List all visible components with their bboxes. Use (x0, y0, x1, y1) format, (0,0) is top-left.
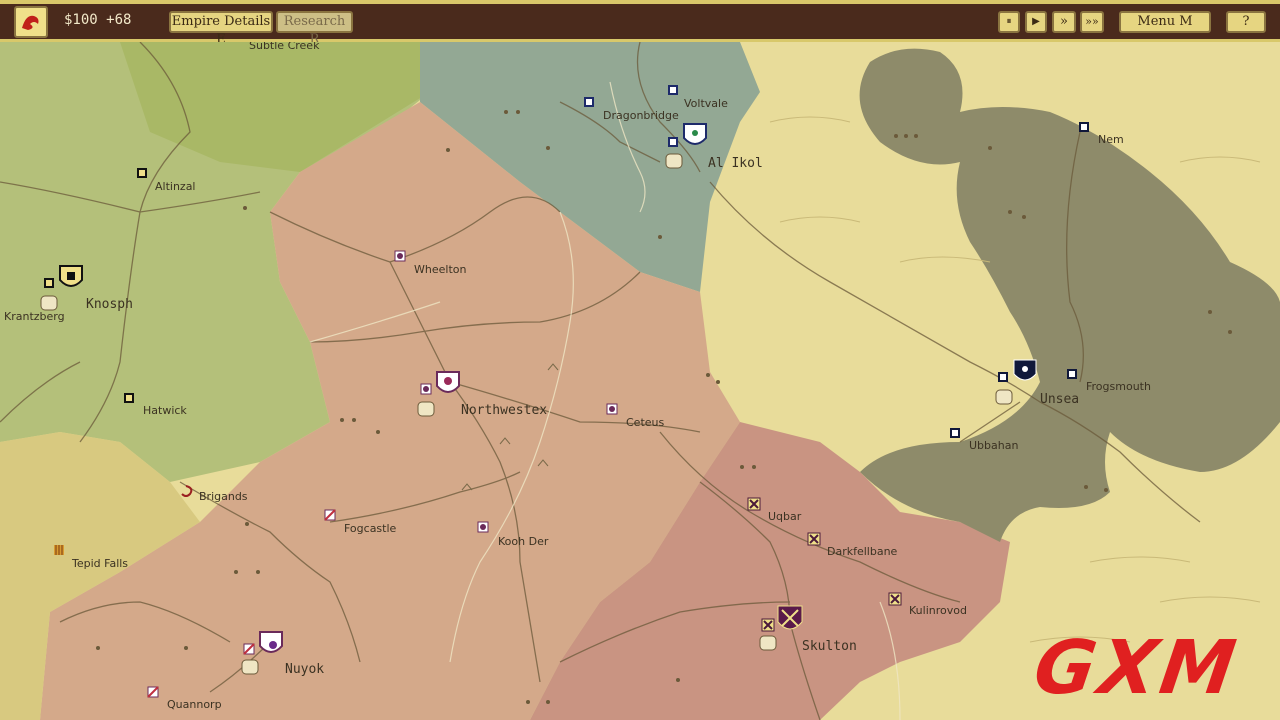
kulinrovod-marker[interactable] (888, 592, 902, 606)
treasury-readout: $100 +68 (64, 12, 132, 28)
nuyok-marker[interactable] (243, 643, 255, 655)
label-skulton[interactable]: Skulton (802, 639, 857, 654)
label-unsea[interactable]: Unsea (1040, 392, 1079, 407)
label-kooh-der[interactable]: Kooh Der (498, 535, 549, 548)
play-button[interactable]: ▶ (1025, 11, 1047, 33)
empire-emblem[interactable] (14, 6, 48, 38)
top-bar: $100 +68 Empire Details E Research R ⏸ ▶… (0, 0, 1280, 47)
world-map[interactable]: Subtle Creek Dragonbridge Voltvale Al Ik… (0, 42, 1280, 720)
label-tepid-falls[interactable]: Tepid Falls (71, 557, 128, 570)
menu-button[interactable]: Menu M (1119, 11, 1211, 33)
label-northwestex[interactable]: Northwestex (461, 403, 547, 418)
label-quannorp[interactable]: Quannorp (167, 698, 222, 711)
dragon-icon (22, 15, 39, 30)
dragonbridge-marker[interactable] (584, 97, 594, 107)
altinzal-marker[interactable] (137, 168, 147, 178)
skulton-town-icon (759, 635, 777, 651)
label-kulinrovod[interactable]: Kulinrovod (909, 604, 967, 617)
label-wheelton[interactable]: Wheelton (414, 263, 466, 276)
wheelton-marker[interactable] (394, 250, 406, 262)
al-ikol-shield-icon[interactable] (683, 123, 707, 145)
frogsmouth-marker[interactable] (1067, 369, 1077, 379)
al-ikol-town-icon (665, 153, 683, 169)
skulton-marker[interactable] (761, 618, 775, 632)
label-subtle-creek[interactable]: Subtle Creek (249, 42, 320, 52)
nuyok-shield-icon[interactable] (259, 631, 283, 653)
nem-marker[interactable] (1079, 122, 1089, 132)
label-ubbahan[interactable]: Ubbahan (969, 439, 1018, 452)
fast-button[interactable]: » (1052, 11, 1076, 33)
northwestex-town-icon (417, 401, 435, 417)
quannorp-marker[interactable] (147, 686, 159, 698)
label-darkfellbane[interactable]: Darkfellbane (827, 545, 898, 558)
label-nuyok[interactable]: Nuyok (285, 662, 324, 677)
ceteus-marker[interactable] (606, 403, 618, 415)
knosph-shield-icon[interactable] (59, 265, 83, 287)
top-stripe (0, 0, 1280, 4)
unsea-marker[interactable] (998, 372, 1008, 382)
northwestex-marker[interactable] (420, 383, 432, 395)
knosph-town-icon (40, 295, 58, 311)
skulton-shield-icon[interactable] (777, 605, 803, 630)
label-fogcastle[interactable]: Fogcastle (344, 522, 397, 535)
empire-details-button[interactable]: Empire Details E (169, 11, 273, 47)
uqbar-marker[interactable] (747, 497, 761, 511)
research-button[interactable]: Research R (276, 11, 353, 47)
knosph-marker[interactable] (44, 278, 54, 288)
label-krantzberg[interactable]: Krantzberg (4, 310, 65, 323)
label-hatwick[interactable]: Hatwick (143, 404, 187, 417)
label-altinzal[interactable]: Altinzal (155, 180, 196, 193)
fogcastle-marker[interactable] (324, 509, 336, 521)
pause-button[interactable]: ⏸ (998, 11, 1020, 33)
label-dragonbridge[interactable]: Dragonbridge (603, 109, 679, 122)
help-button[interactable]: ? (1226, 11, 1266, 33)
label-frogsmouth[interactable]: Frogsmouth (1086, 380, 1151, 393)
label-knosph[interactable]: Knosph (86, 297, 133, 312)
label-brigands[interactable]: Brigands (199, 490, 248, 503)
label-ceteus[interactable]: Ceteus (626, 416, 665, 429)
tepid-falls-marker[interactable] (54, 545, 64, 555)
hatwick-marker[interactable] (124, 393, 134, 403)
voltvale-marker[interactable] (668, 85, 678, 95)
unsea-town-icon (995, 389, 1013, 405)
faster-button[interactable]: »» (1080, 11, 1104, 33)
nuyok-town-icon (241, 659, 259, 675)
darkfellbane-marker[interactable] (807, 532, 821, 546)
al-ikol-marker[interactable] (668, 137, 678, 147)
kooh-der-marker[interactable] (477, 521, 489, 533)
unsea-shield-icon[interactable] (1013, 359, 1037, 381)
northwestex-shield-icon[interactable] (436, 371, 460, 393)
label-nem[interactable]: Nem (1098, 133, 1124, 146)
label-uqbar[interactable]: Uqbar (768, 510, 802, 523)
ubbahan-marker[interactable] (950, 428, 960, 438)
label-voltvale[interactable]: Voltvale (684, 97, 728, 110)
label-al-ikol[interactable]: Al Ikol (708, 156, 763, 171)
watermark-logo: GXM (1028, 625, 1245, 711)
